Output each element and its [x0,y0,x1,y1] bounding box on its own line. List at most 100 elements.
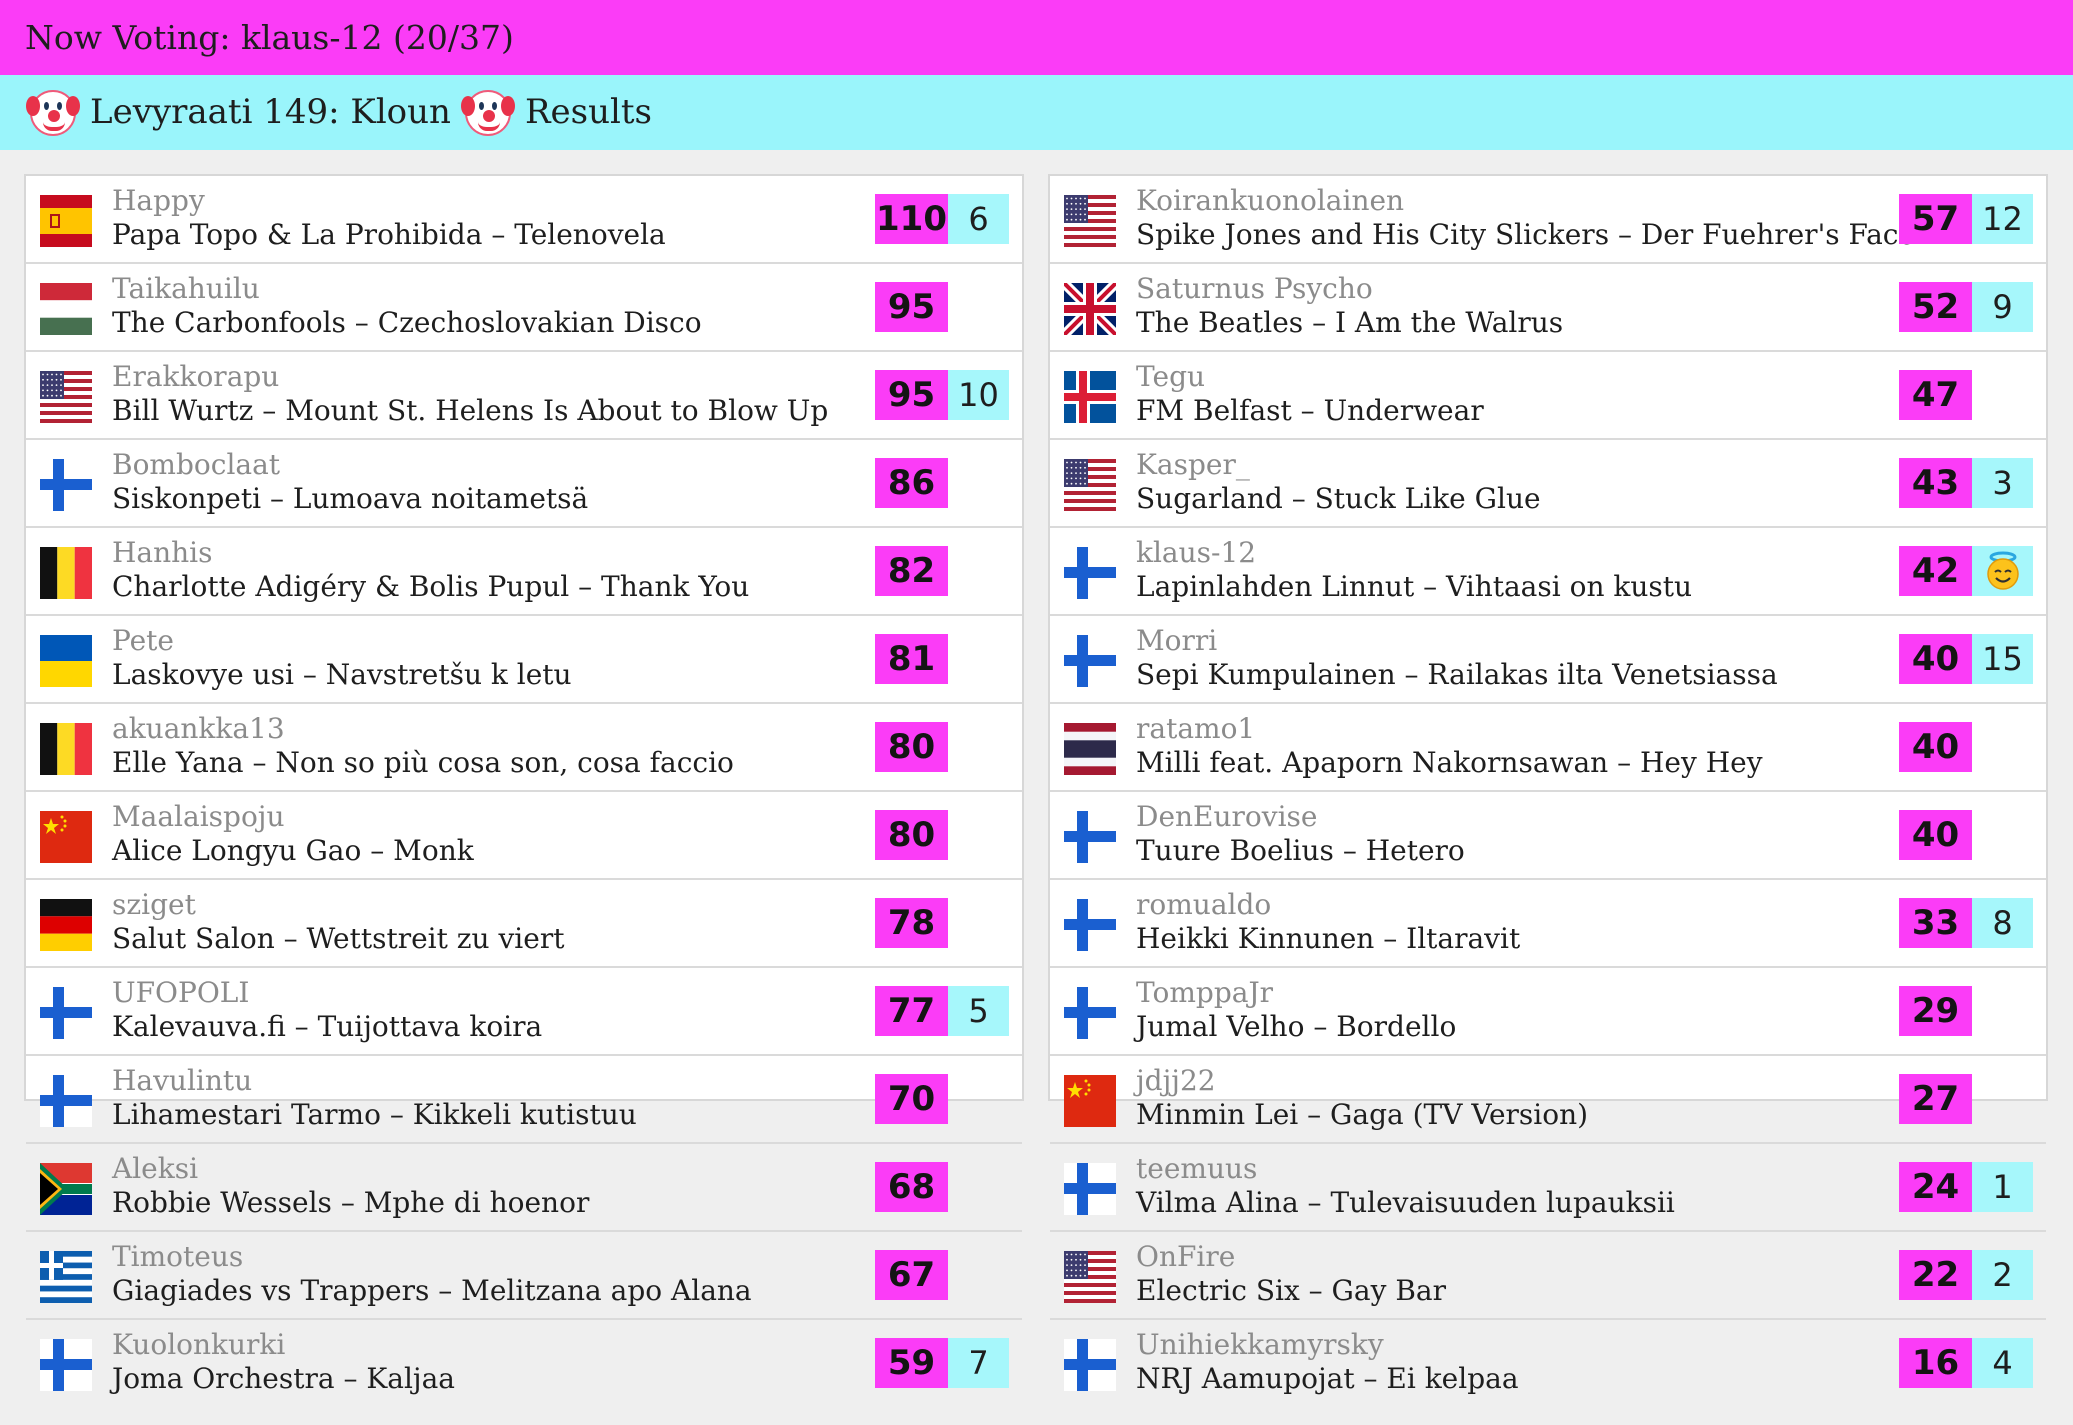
score-badge: 80 [875,722,948,772]
points-given-badge [948,722,1009,772]
score-badge: 82 [875,546,948,596]
score-badge: 81 [875,634,948,684]
song-title: The Carbonfools – Czechoslovakian Disco [112,306,702,339]
song-title: FM Belfast – Underwear [1136,394,1484,427]
score-badge: 110 [875,194,948,244]
voter-name: Hanhis [112,536,213,569]
score-badge: 42 [1899,546,1972,596]
now-voting-bar: Now Voting: klaus-12 (20/37) [0,0,2073,75]
flag-fi-icon [1064,1163,1116,1215]
song-title: Giagiades vs Trappers – Melitzana apo Al… [112,1274,752,1307]
score-badge: 16 [1899,1338,1972,1388]
points-given-badge [948,898,1009,948]
smiling-face-with-halo-icon [1987,551,2019,590]
score-badge: 78 [875,898,948,948]
score-badge: 68 [875,1162,948,1212]
song-title: Vilma Alina – Tulevaisuuden lupauksii [1136,1186,1675,1219]
voter-name: sziget [112,888,196,921]
flag-hu-icon [40,283,92,335]
points-given-badge [1972,546,2033,596]
flag-fi-icon [40,987,92,1039]
page-title: Levyraati 149: Kloun [90,92,451,132]
result-row: klaus-12 Lapinlahden Linnut – Vihtaasi o… [1050,528,2046,616]
points-given-badge: 15 [1972,634,2033,684]
result-row: Tegu FM Belfast – Underwear 47 [1050,352,2046,440]
flag-fi-icon [1064,811,1116,863]
voter-name: teemuus [1136,1152,1258,1185]
flag-ua-icon [40,635,92,687]
results-list-left: Happy Papa Topo & La Prohibida – Telenov… [24,174,1024,1395]
song-title: Heikki Kinnunen – Iltaravit [1136,922,1521,955]
voter-name: Bomboclaat [112,448,281,481]
voter-name: Saturnus Psycho [1136,272,1373,305]
song-title: NRJ Aamupojat – Ei kelpaa [1136,1362,1519,1395]
points-given-badge: 3 [1972,458,2033,508]
points-given-badge: 1 [1972,1162,2033,1212]
score-badge: 33 [1899,898,1972,948]
score-badge: 43 [1899,458,1972,508]
song-title: Minmin Lei – Gaga (TV Version) [1136,1098,1589,1131]
result-row: jdjj22 Minmin Lei – Gaga (TV Version) 27 [1050,1056,2046,1144]
voter-name: ratamo1 [1136,712,1256,745]
score-badge: 80 [875,810,948,860]
flag-za-icon [40,1163,92,1215]
score-badge: 24 [1899,1162,1972,1212]
voter-name: Morri [1136,624,1218,657]
voter-name: DenEurovise [1136,800,1318,833]
voter-name: UFOPOLI [112,976,250,1009]
points-given-badge [948,634,1009,684]
song-title: Alice Longyu Gao – Monk [112,834,474,867]
flag-fi-icon [1064,635,1116,687]
song-title: Electric Six – Gay Bar [1136,1274,1446,1307]
voter-name: TomppaJr [1136,976,1274,1009]
points-given-badge [1972,370,2033,420]
flag-fi-icon [1064,547,1116,599]
song-title: Sepi Kumpulainen – Railakas ilta Venetsi… [1136,658,1778,691]
points-given-badge: 12 [1972,194,2033,244]
points-given-badge [1972,986,2033,1036]
points-given-badge: 6 [948,194,1009,244]
song-title: Charlotte Adigéry & Bolis Pupul – Thank … [112,570,750,603]
voter-name: Maalaispoju [112,800,285,833]
flag-fi-icon [40,459,92,511]
flag-th-icon [1064,723,1116,775]
flag-us-icon [1064,195,1116,247]
flag-fi-icon [40,1075,92,1127]
song-title: Kalevauva.fi – Tuijottava koira [112,1010,543,1043]
points-given-badge [1972,722,2033,772]
result-row: Unihiekkamyrsky NRJ Aamupojat – Ei kelpa… [1050,1320,2046,1408]
result-row: Morri Sepi Kumpulainen – Railakas ilta V… [1050,616,2046,704]
score-badge: 95 [875,370,948,420]
result-row: Hanhis Charlotte Adigéry & Bolis Pupul –… [26,528,1022,616]
voter-name: akuankka13 [112,712,285,745]
song-title: Jumal Velho – Bordello [1136,1010,1457,1043]
song-title: Lihamestari Tarmo – Kikkeli kutistuu [112,1098,637,1131]
result-row: ratamo1 Milli feat. Apaporn Nakornsawan … [1050,704,2046,792]
flag-cn-icon [40,811,92,863]
song-title: Salut Salon – Wettstreit zu viert [112,922,565,955]
song-title: Siskonpeti – Lumoava noitametsä [112,482,589,515]
result-row: sziget Salut Salon – Wettstreit zu viert… [26,880,1022,968]
song-title: Tuure Boelius – Hetero [1136,834,1465,867]
results-header: Levyraati 149: Kloun Results [0,75,2073,150]
flag-gb-icon [1060,279,1120,339]
points-given-badge [948,458,1009,508]
flag-is-icon [1064,371,1116,423]
voter-name: Kuolonkurki [112,1328,286,1361]
voter-name: romualdo [1136,888,1272,921]
points-given-badge [948,1162,1009,1212]
result-row: Taikahuilu The Carbonfools – Czechoslova… [26,264,1022,352]
score-badge: 57 [1899,194,1972,244]
flag-cn-icon [1064,1075,1116,1127]
flag-us-icon [1064,459,1116,511]
flag-fi-icon [40,1339,92,1391]
score-badge: 86 [875,458,948,508]
results-label: Results [524,92,653,132]
points-given-badge: 2 [1972,1250,2033,1300]
voter-name: Happy [112,184,205,217]
song-title: Bill Wurtz – Mount St. Helens Is About t… [112,394,829,427]
score-badge: 40 [1899,722,1972,772]
score-badge: 67 [875,1250,948,1300]
result-row: Aleksi Robbie Wessels – Mphe di hoenor 6… [26,1144,1022,1232]
result-row: Kuolonkurki Joma Orchestra – Kaljaa 59 7 [26,1320,1022,1408]
